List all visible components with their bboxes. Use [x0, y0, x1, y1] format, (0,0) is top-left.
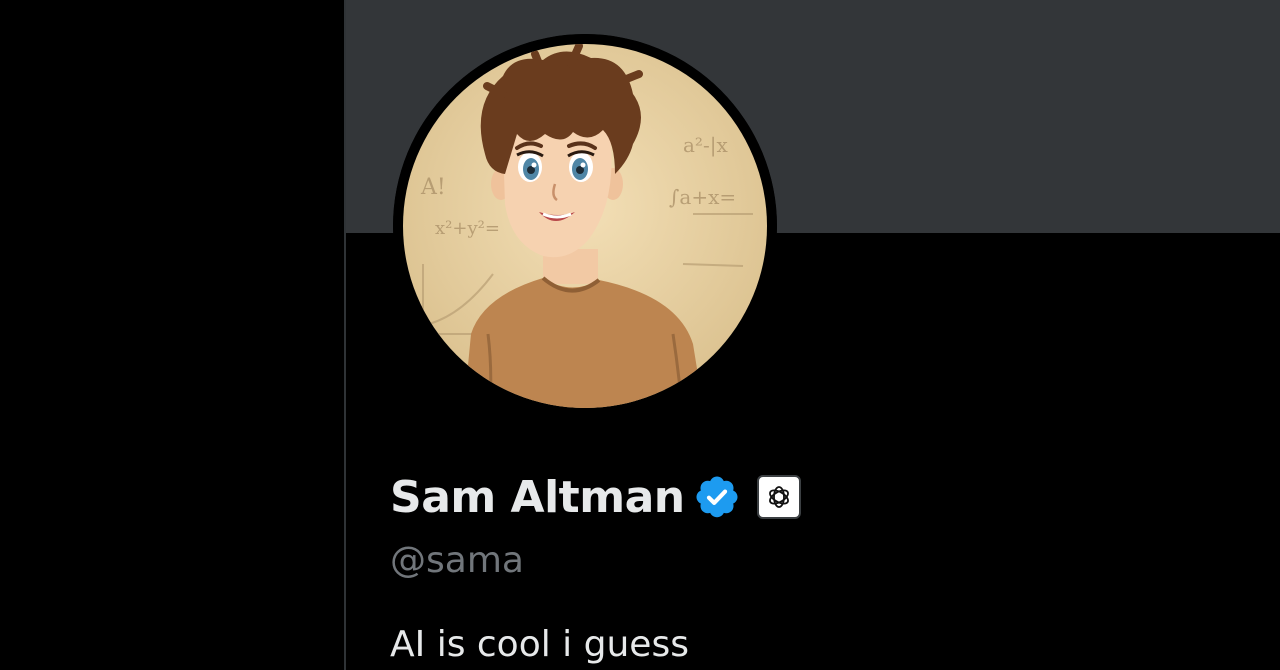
avatar-portrait: A! x²+y²= a²-|x ∫a+x=: [393, 34, 777, 418]
profile-handle: @sama: [390, 540, 524, 581]
profile-bio: AI is cool i guess: [390, 624, 689, 665]
openai-logo-icon[interactable]: [756, 475, 801, 519]
svg-text:x²+y²=: x²+y²=: [435, 218, 500, 239]
display-name: Sam Altman: [390, 471, 685, 523]
svg-text:∫a+x=: ∫a+x=: [669, 185, 736, 209]
left-navigation-area: [0, 0, 344, 670]
profile-page: A! x²+y²= a²-|x ∫a+x= Sam Altman @sama A…: [0, 0, 1280, 670]
verified-checkmark-icon[interactable]: [693, 473, 741, 521]
avatar[interactable]: A! x²+y²= a²-|x ∫a+x=: [393, 34, 777, 418]
svg-text:A!: A!: [420, 175, 446, 200]
profile-column: A! x²+y²= a²-|x ∫a+x= Sam Altman @sama A…: [346, 0, 1280, 670]
profile-name-row: Sam Altman: [390, 466, 801, 528]
svg-text:a²-|x: a²-|x: [683, 133, 728, 158]
